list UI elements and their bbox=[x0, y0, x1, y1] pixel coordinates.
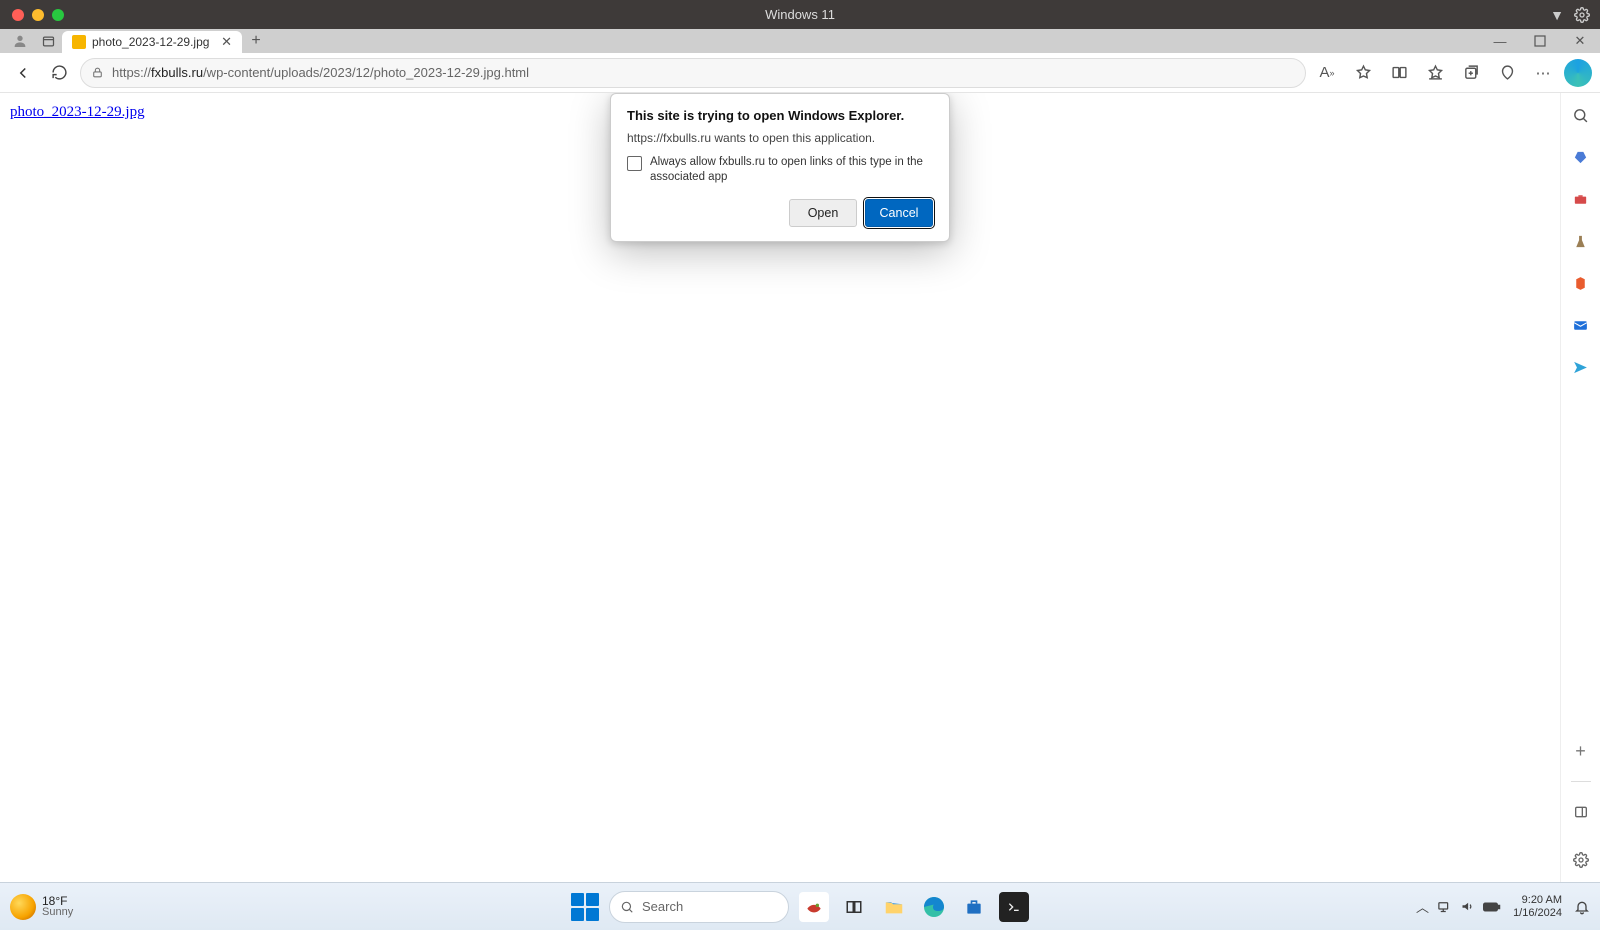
tray-network-icon[interactable] bbox=[1437, 899, 1452, 914]
dialog-open-button[interactable]: Open bbox=[789, 199, 857, 227]
tab-actions-button[interactable] bbox=[34, 29, 62, 53]
system-tray[interactable]: ︿ bbox=[1416, 897, 1501, 916]
minimize-window-button[interactable] bbox=[32, 9, 44, 21]
url-text: https://fxbulls.ru/wp-content/uploads/20… bbox=[112, 65, 1295, 80]
weather-condition: Sunny bbox=[42, 907, 73, 918]
window-minimize-button[interactable]: — bbox=[1480, 29, 1520, 53]
taskbar-search[interactable]: Search bbox=[609, 891, 789, 923]
page-link[interactable]: photo_2023-12-29.jpg bbox=[10, 104, 145, 120]
vm-menu-icon[interactable]: ▼ bbox=[1550, 7, 1564, 23]
sidebar-m365-icon[interactable] bbox=[1569, 271, 1593, 295]
tab-favicon bbox=[72, 35, 86, 49]
tray-battery-icon[interactable] bbox=[1483, 901, 1501, 913]
sidebar-outlook-icon[interactable] bbox=[1569, 313, 1593, 337]
browser-essentials-icon[interactable] bbox=[1492, 58, 1522, 88]
page-area: photo_2023-12-29.jpg This site is trying… bbox=[0, 93, 1600, 882]
taskbar-center: Search bbox=[571, 891, 1029, 923]
url-host: fxbulls.ru bbox=[151, 65, 203, 80]
tray-volume-icon[interactable] bbox=[1460, 899, 1475, 914]
taskbar-file-explorer[interactable] bbox=[879, 892, 909, 922]
close-window-button[interactable] bbox=[12, 9, 24, 21]
dialog-title: This site is trying to open Windows Expl… bbox=[627, 108, 933, 123]
clock-date: 1/16/2024 bbox=[1513, 907, 1562, 919]
dialog-cancel-button[interactable]: Cancel bbox=[865, 199, 933, 227]
sidebar-drop-icon[interactable] bbox=[1569, 355, 1593, 379]
search-placeholder: Search bbox=[642, 899, 683, 914]
profile-button[interactable] bbox=[6, 29, 34, 53]
browser-tabstrip: photo_2023-12-29.jpg ✕ + — ✕ bbox=[0, 29, 1600, 53]
sidebar-games-icon[interactable] bbox=[1569, 229, 1593, 253]
vm-settings-icon[interactable] bbox=[1574, 7, 1590, 23]
taskbar-app-taskview[interactable] bbox=[839, 892, 869, 922]
windows-taskbar: 18°F Sunny Search bbox=[0, 882, 1600, 930]
url-path: /wp-content/uploads/2023/12/photo_2023-1… bbox=[203, 65, 529, 80]
favorite-icon[interactable] bbox=[1348, 58, 1378, 88]
copilot-button[interactable] bbox=[1564, 59, 1592, 87]
sidebar-tools-icon[interactable] bbox=[1569, 187, 1593, 211]
window-traffic-lights bbox=[12, 9, 64, 21]
tab-close-button[interactable]: ✕ bbox=[221, 34, 232, 50]
page-body[interactable]: photo_2023-12-29.jpg This site is trying… bbox=[0, 93, 1560, 882]
window-maximize-button[interactable] bbox=[1520, 29, 1560, 53]
zoom-window-button[interactable] bbox=[52, 9, 64, 21]
clock-time: 9:20 AM bbox=[1522, 894, 1562, 906]
external-protocol-dialog: This site is trying to open Windows Expl… bbox=[610, 93, 950, 242]
taskbar-terminal[interactable] bbox=[999, 892, 1029, 922]
weather-icon bbox=[10, 894, 36, 920]
sidebar-search-icon[interactable] bbox=[1569, 103, 1593, 127]
vm-titlebar-actions: ▼ bbox=[1550, 7, 1590, 23]
vm-title: Windows 11 bbox=[765, 7, 835, 22]
always-allow-checkbox[interactable] bbox=[627, 156, 642, 171]
address-bar[interactable]: https://fxbulls.ru/wp-content/uploads/20… bbox=[80, 58, 1306, 88]
weather-widget[interactable]: 18°F Sunny bbox=[10, 894, 73, 920]
dialog-button-row: Open Cancel bbox=[627, 199, 933, 227]
dialog-checkbox-row[interactable]: Always allow fxbulls.ru to open links of… bbox=[627, 155, 933, 185]
browser-toolbar: https://fxbulls.ru/wp-content/uploads/20… bbox=[0, 53, 1600, 93]
search-icon bbox=[620, 900, 634, 914]
start-button[interactable] bbox=[571, 893, 599, 921]
taskbar-edge[interactable] bbox=[919, 892, 949, 922]
refresh-button[interactable] bbox=[44, 58, 74, 88]
window-close-button[interactable]: ✕ bbox=[1560, 29, 1600, 53]
browser-tab[interactable]: photo_2023-12-29.jpg ✕ bbox=[62, 31, 242, 53]
always-allow-label: Always allow fxbulls.ru to open links of… bbox=[650, 155, 933, 185]
collections-icon[interactable] bbox=[1456, 58, 1486, 88]
taskbar-right: ︿ 9:20 AM 1/16/2024 bbox=[1416, 894, 1590, 918]
favorites-list-icon[interactable] bbox=[1420, 58, 1450, 88]
split-screen-icon[interactable] bbox=[1384, 58, 1414, 88]
notifications-icon[interactable] bbox=[1574, 899, 1590, 915]
back-button[interactable] bbox=[8, 58, 38, 88]
dialog-body: https://fxbulls.ru wants to open this ap… bbox=[627, 131, 933, 145]
more-menu-icon[interactable]: ⋯ bbox=[1528, 58, 1558, 88]
sidebar-add-icon[interactable]: + bbox=[1569, 739, 1593, 763]
taskbar-clock[interactable]: 9:20 AM 1/16/2024 bbox=[1513, 894, 1562, 918]
taskbar-app-1[interactable] bbox=[799, 892, 829, 922]
sidebar-hide-icon[interactable] bbox=[1569, 800, 1593, 824]
lock-icon bbox=[91, 66, 104, 79]
taskbar-store[interactable] bbox=[959, 892, 989, 922]
url-scheme: https:// bbox=[112, 65, 151, 80]
vm-titlebar: Windows 11 ▼ bbox=[0, 0, 1600, 29]
sidebar-shopping-icon[interactable] bbox=[1569, 145, 1593, 169]
tray-chevron-icon[interactable]: ︿ bbox=[1416, 897, 1429, 916]
read-aloud-icon[interactable]: A» bbox=[1312, 58, 1342, 88]
sidebar-divider bbox=[1571, 781, 1591, 782]
sidebar-settings-icon[interactable] bbox=[1569, 848, 1593, 872]
new-tab-button[interactable]: + bbox=[242, 29, 270, 53]
tab-title: photo_2023-12-29.jpg bbox=[92, 35, 215, 49]
edge-sidebar: + bbox=[1560, 93, 1600, 882]
